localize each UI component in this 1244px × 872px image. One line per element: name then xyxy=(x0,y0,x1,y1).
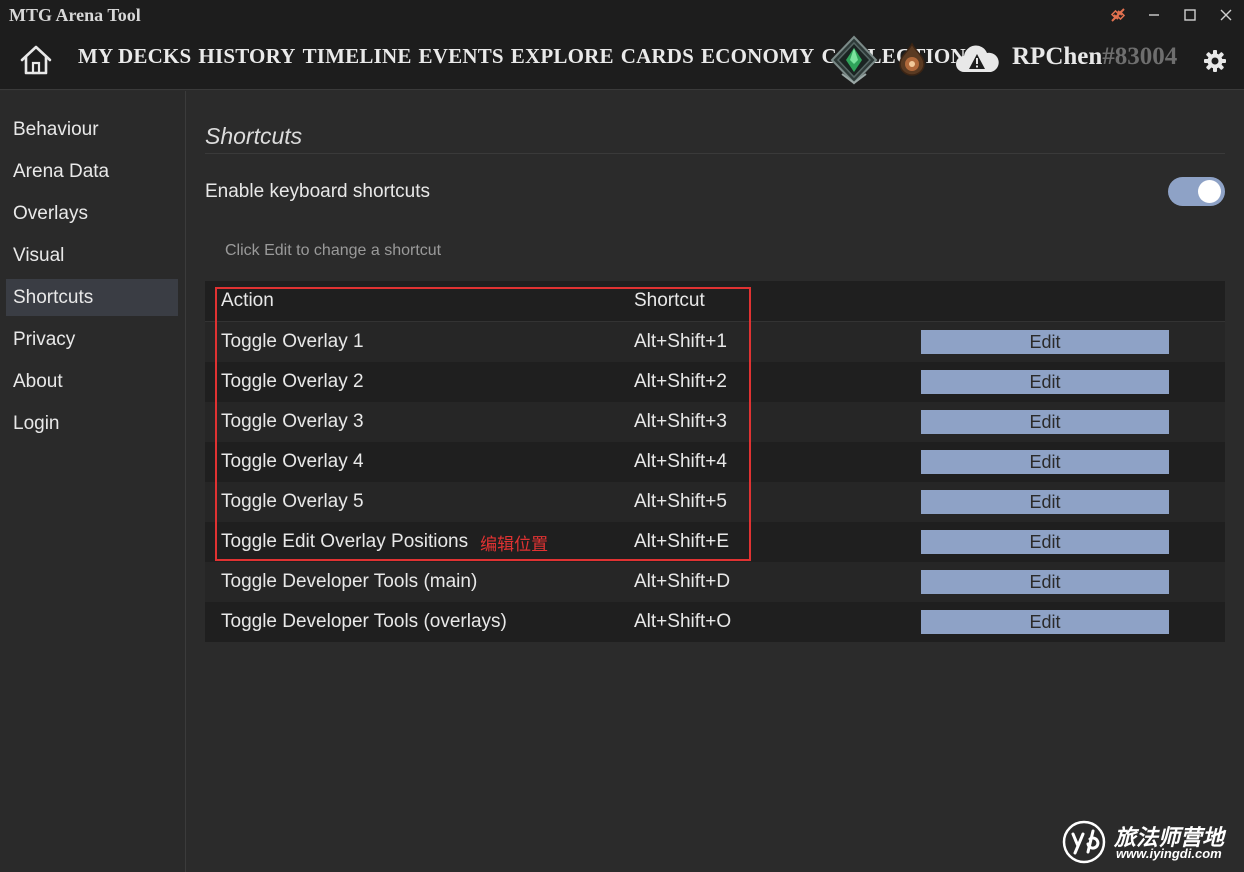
enable-shortcuts-label: Enable keyboard shortcuts xyxy=(205,181,430,202)
sidebar-item-overlays[interactable]: Overlays xyxy=(6,195,178,232)
watermark-logo-icon xyxy=(1062,820,1106,864)
home-icon[interactable] xyxy=(18,43,54,77)
maximize-icon[interactable] xyxy=(1172,0,1208,30)
nav-cards[interactable]: CARDS xyxy=(621,44,694,69)
app-title: MTG Arena Tool xyxy=(9,4,141,25)
sidebar-item-behaviour[interactable]: Behaviour xyxy=(6,111,178,148)
rank-emerald-icon[interactable] xyxy=(828,34,880,86)
minimize-icon[interactable] xyxy=(1136,0,1172,30)
sidebar-item-shortcuts[interactable]: Shortcuts xyxy=(6,279,178,316)
table-row: Toggle Developer Tools (main) Alt+Shift+… xyxy=(205,562,1225,602)
settings-sidebar: Behaviour Arena Data Overlays Visual Sho… xyxy=(0,91,186,872)
nav-timeline[interactable]: TIMELINE xyxy=(303,44,412,69)
user-name: RPChen xyxy=(1012,43,1103,70)
window-controls xyxy=(1100,0,1244,30)
table-row: Toggle Developer Tools (overlays) Alt+Sh… xyxy=(205,602,1225,642)
sidebar-item-visual[interactable]: Visual xyxy=(6,237,178,274)
table-header: Action Shortcut xyxy=(205,281,1225,322)
nav-my-decks[interactable]: MY DECKS xyxy=(78,44,191,69)
edit-button[interactable]: Edit xyxy=(921,610,1169,634)
toggle-knob xyxy=(1198,180,1221,203)
edit-button[interactable]: Edit xyxy=(921,530,1169,554)
row-shortcut: Alt+Shift+O xyxy=(634,611,732,632)
row-shortcut: Alt+Shift+E xyxy=(634,531,730,552)
nav-events[interactable]: EVENTS xyxy=(419,44,504,69)
enable-shortcuts-toggle[interactable] xyxy=(1168,177,1225,206)
watermark-url: www.iyingdi.com xyxy=(1116,846,1222,861)
row-shortcut: Alt+Shift+D xyxy=(634,571,731,592)
table-row: Toggle Edit Overlay Positions 编辑位置 Alt+S… xyxy=(205,522,1225,562)
row-action-with-annotation: Toggle Edit Overlay Positions 编辑位置 xyxy=(221,530,548,555)
sidebar-item-privacy[interactable]: Privacy xyxy=(6,321,178,358)
header-shortcut: Shortcut xyxy=(634,290,705,311)
mana-icon[interactable] xyxy=(896,42,928,76)
edit-button[interactable]: Edit xyxy=(921,450,1169,474)
header-action: Action xyxy=(221,290,274,311)
row-shortcut: Alt+Shift+1 xyxy=(634,331,727,352)
title-divider xyxy=(205,153,1225,154)
table-row: Toggle Overlay 3 Alt+Shift+3 Edit xyxy=(205,402,1225,442)
row-shortcut: Alt+Shift+5 xyxy=(634,491,727,512)
edit-button[interactable]: Edit xyxy=(921,370,1169,394)
username[interactable]: RPChen#83004 xyxy=(1012,43,1177,71)
edit-button[interactable]: Edit xyxy=(921,490,1169,514)
row-action: Toggle Overlay 2 xyxy=(221,371,364,392)
row-action: Toggle Developer Tools (overlays) xyxy=(221,611,507,632)
table-row: Toggle Overlay 5 Alt+Shift+5 Edit xyxy=(205,482,1225,522)
cloud-warning-icon[interactable] xyxy=(954,42,1000,78)
user-tag: #83004 xyxy=(1102,43,1178,70)
nav-history[interactable]: HISTORY xyxy=(198,44,295,69)
nav-economy[interactable]: ECONOMY xyxy=(701,44,814,69)
sidebar-item-about[interactable]: About xyxy=(6,363,178,400)
title-bar: MTG Arena Tool xyxy=(0,0,1244,30)
table-row: Toggle Overlay 4 Alt+Shift+4 Edit xyxy=(205,442,1225,482)
sidebar-item-login[interactable]: Login xyxy=(6,405,178,442)
edit-button[interactable]: Edit xyxy=(921,330,1169,354)
edit-button[interactable]: Edit xyxy=(921,570,1169,594)
row-action-label: Toggle Edit Overlay Positions xyxy=(221,531,469,552)
row-action: Toggle Developer Tools (main) xyxy=(221,571,478,592)
row-shortcut: Alt+Shift+4 xyxy=(634,451,727,472)
annotation-label: 编辑位置 xyxy=(480,534,549,554)
close-icon[interactable] xyxy=(1208,0,1244,30)
row-action: Toggle Overlay 1 xyxy=(221,331,364,352)
nav-explore[interactable]: EXPLORE xyxy=(511,44,614,69)
gear-icon[interactable] xyxy=(1203,49,1227,73)
top-nav: MY DECKS HISTORY TIMELINE EVENTS EXPLORE… xyxy=(0,30,1244,90)
shortcut-hint: Click Edit to change a shortcut xyxy=(225,242,442,259)
row-shortcut: Alt+Shift+2 xyxy=(634,371,727,392)
edit-button[interactable]: Edit xyxy=(921,410,1169,434)
sidebar-item-arena-data[interactable]: Arena Data xyxy=(6,153,178,190)
table-row: Toggle Overlay 1 Alt+Shift+1 Edit xyxy=(205,322,1225,362)
watermark: 旅法师营地 www.iyingdi.com xyxy=(1062,818,1240,866)
page-title: Shortcuts xyxy=(205,123,303,149)
table-row: Toggle Overlay 2 Alt+Shift+2 Edit xyxy=(205,362,1225,402)
row-action: Toggle Overlay 5 xyxy=(221,491,364,512)
shortcuts-table: Action Shortcut Toggle Overlay 1 Alt+Shi… xyxy=(205,281,1225,642)
disconnect-icon[interactable] xyxy=(1100,0,1136,30)
row-action: Toggle Overlay 3 xyxy=(221,411,364,432)
row-shortcut: Alt+Shift+3 xyxy=(634,411,727,432)
row-action: Toggle Overlay 4 xyxy=(221,451,364,472)
